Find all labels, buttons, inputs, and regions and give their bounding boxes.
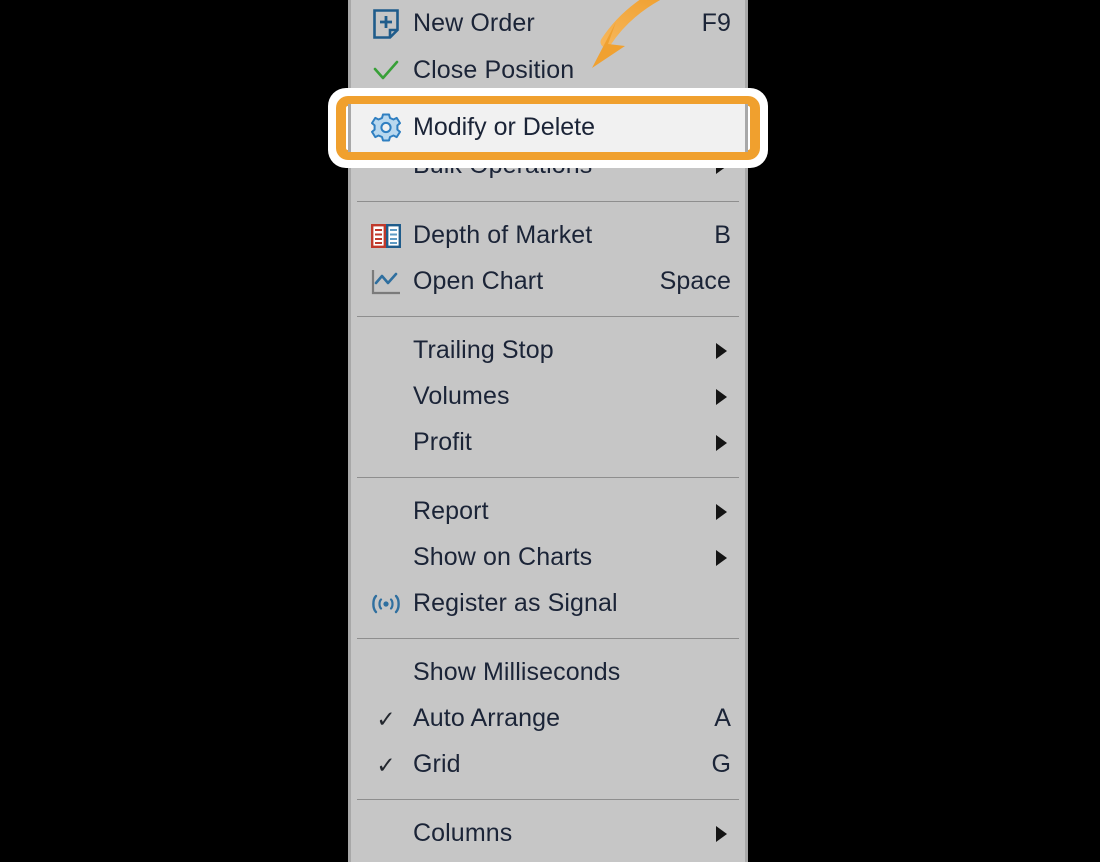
menu-item-shortcut: Space — [659, 266, 731, 295]
menu-item-label: Depth of Market — [413, 220, 593, 249]
menu-item-label: Trailing Stop — [413, 335, 554, 364]
menu-item-shortcut — [731, 603, 733, 605]
chevron-right-icon — [716, 389, 727, 405]
signal-broadcast-icon-svg — [372, 594, 400, 614]
green-check-icon-svg — [373, 60, 399, 80]
depth-of-market-book-icon — [359, 219, 413, 253]
menu-item-report[interactable]: Report — [351, 489, 745, 535]
menu-item-trailing-stop[interactable]: Trailing Stop — [351, 328, 745, 374]
menu-item-grid[interactable]: ✓ Grid G — [351, 742, 745, 788]
check-icon: ✓ — [359, 702, 413, 736]
no-icon — [359, 380, 413, 414]
no-icon — [359, 495, 413, 529]
depth-of-market-book-icon-svg — [371, 224, 401, 248]
chevron-right-icon — [716, 826, 727, 842]
menu-item-label: Columns — [413, 818, 513, 847]
menu-item-auto-arrange[interactable]: ✓ Auto Arrange A — [351, 696, 745, 742]
menu-item-label: Auto Arrange — [413, 703, 561, 732]
no-icon — [359, 541, 413, 575]
menu-item-depth-of-market[interactable]: Depth of Market B — [351, 213, 745, 259]
green-check-icon — [359, 54, 413, 88]
chart-line-icon — [359, 265, 413, 299]
menu-item-shortcut: F9 — [701, 8, 731, 37]
chevron-right-icon — [716, 550, 727, 566]
no-icon — [359, 426, 413, 460]
menu-item-modify-or-delete[interactable]: Modify or Delete — [348, 104, 748, 152]
new-order-document-plus-icon-svg — [373, 9, 399, 39]
check-glyph: ✓ — [376, 751, 396, 778]
menu-separator — [357, 316, 739, 317]
menu-separator — [357, 638, 739, 639]
menu-separator — [357, 799, 739, 800]
signal-broadcast-icon — [359, 587, 413, 621]
menu-item-label: Open Chart — [413, 266, 544, 295]
menu-item-label: Modify or Delete — [413, 112, 596, 141]
menu-item-shortcut — [731, 672, 733, 674]
menu-item-profit[interactable]: Profit — [351, 420, 745, 466]
gear-icon-svg — [371, 113, 401, 142]
menu-item-shortcut — [731, 70, 733, 72]
no-icon — [359, 817, 413, 851]
no-icon — [359, 334, 413, 368]
menu-item-new-order[interactable]: New Order F9 — [351, 0, 745, 48]
chevron-right-icon — [716, 343, 727, 359]
no-icon — [359, 656, 413, 690]
menu-item-label: Show Milliseconds — [413, 657, 621, 686]
check-glyph: ✓ — [376, 705, 396, 732]
menu-item-shortcut — [731, 127, 733, 129]
menu-item-label: Grid — [413, 749, 461, 778]
menu-separator — [357, 477, 739, 478]
menu-item-label: Profit — [413, 427, 472, 456]
menu-item-label: Volumes — [413, 381, 510, 410]
menu-item-shortcut: G — [711, 749, 731, 778]
menu-item-show-milliseconds[interactable]: Show Milliseconds — [351, 650, 745, 696]
menu-item-label: New Order — [413, 8, 535, 37]
menu-item-columns[interactable]: Columns — [351, 811, 745, 857]
menu-item-label: Show on Charts — [413, 542, 593, 571]
menu-item-label: Close Position — [413, 55, 575, 84]
menu-item-show-on-charts[interactable]: Show on Charts — [351, 535, 745, 581]
menu-separator — [357, 201, 739, 202]
menu-item-open-chart[interactable]: Open Chart Space — [351, 259, 745, 305]
chart-line-icon-svg — [371, 270, 400, 295]
chevron-right-icon — [716, 504, 727, 520]
menu-item-shortcut: B — [714, 220, 731, 249]
menu-item-register-as-signal[interactable]: Register as Signal — [351, 581, 745, 627]
new-order-document-plus-icon — [359, 7, 413, 41]
menu-item-volumes[interactable]: Volumes — [351, 374, 745, 420]
menu-item-label: Register as Signal — [413, 588, 618, 617]
chevron-right-icon — [716, 435, 727, 451]
menu-item-label: Report — [413, 496, 489, 525]
check-icon: ✓ — [359, 748, 413, 782]
menu-item-shortcut: A — [714, 703, 731, 732]
gear-icon — [359, 111, 413, 145]
